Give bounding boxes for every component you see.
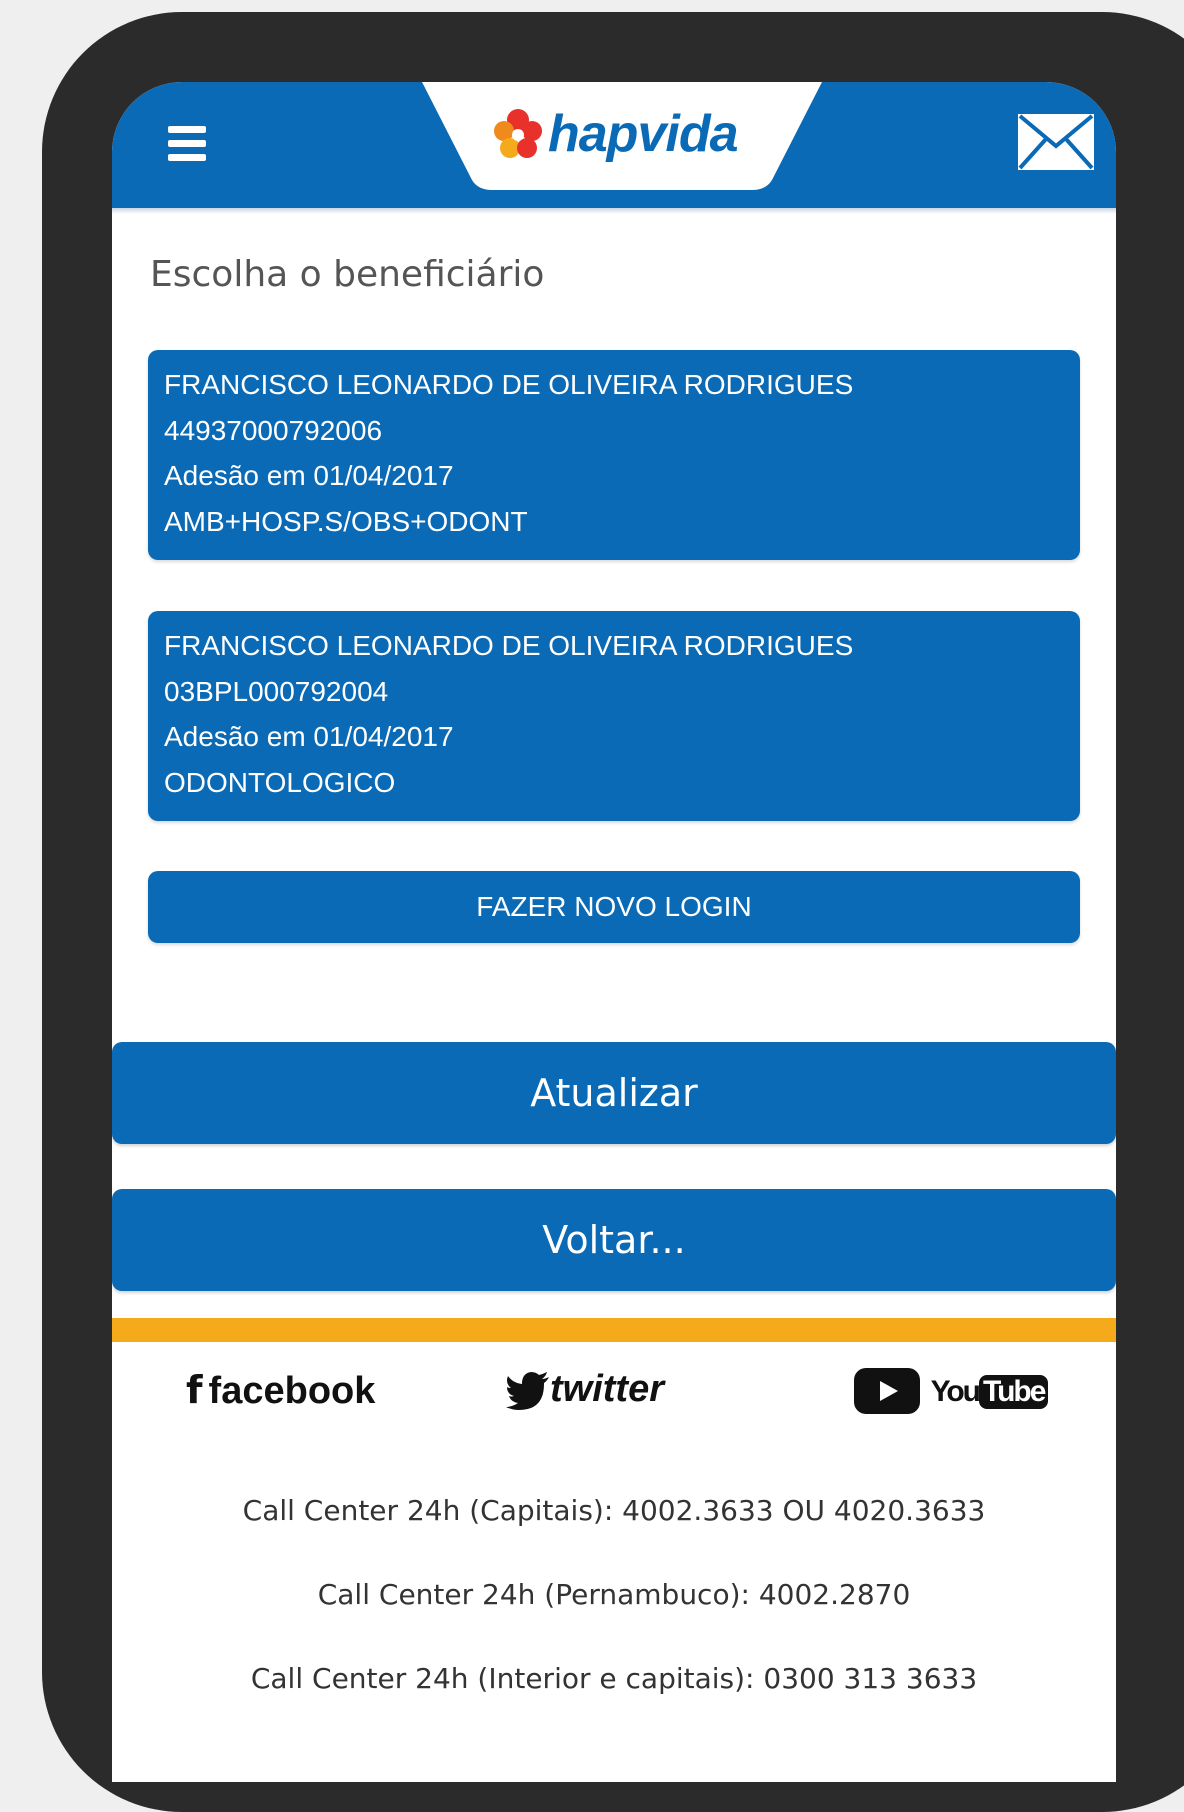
call-center-interior: Call Center 24h (Interior e capitais): 0… <box>250 1662 978 1695</box>
twitter-label: twitter <box>550 1368 664 1410</box>
beneficiary-name: FRANCISCO LEONARDO DE OLIVEIRA RODRIGUES <box>164 369 854 400</box>
beneficiary-name: FRANCISCO LEONARDO DE OLIVEIRA RODRIGUES <box>164 630 854 661</box>
footer-accent-bar <box>112 1318 1116 1342</box>
facebook-icon: f <box>186 1368 203 1412</box>
twitter-bird-icon <box>506 1371 549 1410</box>
hamburger-menu-icon[interactable] <box>168 126 206 162</box>
beneficiary-card-number: 44937000792006 <box>164 414 383 446</box>
new-login-button[interactable]: FAZER NOVO LOGIN <box>148 871 1080 943</box>
mail-icon[interactable] <box>1016 112 1096 172</box>
youtube-play-icon <box>854 1368 920 1414</box>
app-header: hapvida <box>112 82 1116 208</box>
facebook-link[interactable]: f facebook <box>186 1368 375 1428</box>
youtube-link[interactable]: You Tube <box>854 1368 1049 1428</box>
youtube-label-you: You <box>930 1375 981 1409</box>
beneficiary-adhesion-date: Adesão em 01/04/2017 <box>164 721 454 752</box>
page-title: Escolha o beneficiário <box>150 254 545 295</box>
beneficiary-adhesion-date: Adesão em 01/04/2017 <box>164 460 454 491</box>
twitter-link[interactable]: twitter <box>506 1368 664 1428</box>
beneficiary-plan: AMB+HOSP.S/OBS+ODONT <box>164 505 528 537</box>
beneficiary-card-number: 03BPL000792004 <box>164 675 389 707</box>
beneficiary-plan: ODONTOLOGICO <box>164 766 396 798</box>
facebook-label: facebook <box>208 1370 376 1412</box>
brand-logo-text: hapvida <box>548 105 738 163</box>
call-center-pernambuco: Call Center 24h (Pernambuco): 4002.2870 <box>317 1578 911 1611</box>
app-screen: hapvida Escolha o beneficiário FRANCISCO… <box>112 82 1116 1782</box>
back-button[interactable]: Voltar... <box>112 1189 1116 1291</box>
call-center-capitals: Call Center 24h (Capitais): 4002.3633 OU… <box>242 1494 986 1527</box>
refresh-button[interactable]: Atualizar <box>112 1042 1116 1144</box>
hapvida-flower-logo-icon <box>494 109 542 158</box>
beneficiary-card[interactable]: FRANCISCO LEONARDO DE OLIVEIRA RODRIGUES… <box>148 350 1080 560</box>
youtube-label-tube: Tube <box>979 1375 1049 1410</box>
beneficiary-card[interactable]: FRANCISCO LEONARDO DE OLIVEIRA RODRIGUES… <box>148 611 1080 821</box>
header-shadow <box>112 208 1116 214</box>
